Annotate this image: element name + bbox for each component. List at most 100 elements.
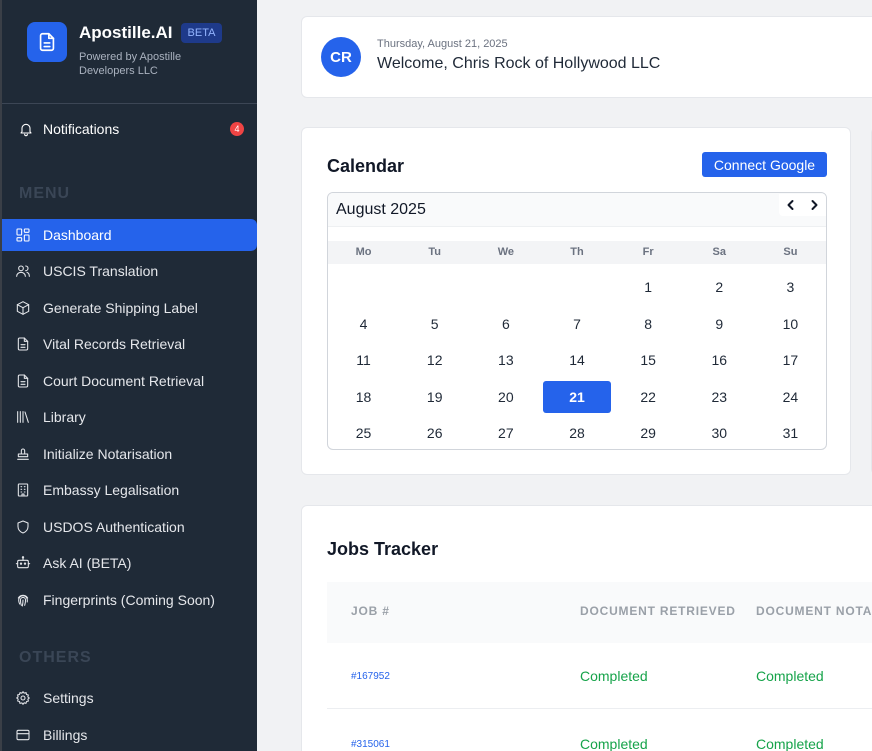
calendar-title: Calendar [327, 156, 405, 176]
calendar-day[interactable]: 19 [399, 379, 470, 416]
calendar-day-empty [399, 269, 470, 306]
calendar-day[interactable]: 29 [613, 415, 684, 449]
calendar-day[interactable]: 2 [684, 269, 755, 306]
calendar-day[interactable]: 18 [328, 379, 399, 416]
column-header-document-retrieved[interactable]: DOCUMENT RETRIEVED [580, 604, 736, 618]
calendar-day[interactable]: 8 [613, 306, 684, 343]
calendar-day[interactable]: 10 [755, 306, 826, 343]
retrieved-status: Completed [580, 736, 648, 751]
calendar-day[interactable]: 11 [328, 342, 399, 379]
calendar-day[interactable]: 1 [613, 269, 684, 306]
calendar-day[interactable]: 3 [755, 269, 826, 306]
calendar-day[interactable]: 30 [684, 415, 755, 449]
chevron-right-icon[interactable] [805, 196, 823, 214]
sidebar-item-library[interactable]: Library [2, 401, 257, 433]
jobs-tracker-title: Jobs Tracker [327, 539, 439, 559]
chevron-left-icon[interactable] [782, 196, 800, 214]
calendar-day[interactable]: 16 [684, 342, 755, 379]
calendar-day[interactable]: 4 [328, 306, 399, 343]
job-id-link[interactable]: #167952 [351, 671, 390, 682]
job-id-link[interactable]: #315061 [351, 739, 390, 750]
calendar-day[interactable]: 27 [470, 415, 541, 449]
sidebar-item-settings[interactable]: Settings [2, 682, 257, 714]
calendar-days-grid: 1 2 3 4 5 6 7 8 9 10 11 12 13 14 15 16 17 18 19 20 21 22 23 24 2… [328, 269, 826, 449]
calendar-day[interactable]: 25 [328, 415, 399, 449]
calendar-day[interactable]: 31 [755, 415, 826, 449]
calendar-day-number: 10 [782, 315, 799, 332]
calendar-day[interactable]: 15 [613, 342, 684, 379]
calendar-day[interactable]: 20 [470, 379, 541, 416]
calendar-week-row: 25 26 27 28 29 30 31 [328, 415, 826, 449]
document-icon [15, 373, 31, 389]
column-header-job[interactable]: JOB # [351, 604, 390, 618]
sidebar-item-embassy-legalisation[interactable]: Embassy Legalisation [2, 474, 257, 506]
calendar-day[interactable]: 6 [470, 306, 541, 343]
calendar-day-empty [470, 269, 541, 306]
calendar-day-number: 8 [644, 315, 653, 332]
calendar-week-row: 18 19 20 21 22 23 24 [328, 379, 826, 416]
sidebar-item-vital-records[interactable]: Vital Records Retrieval [2, 328, 257, 360]
calendar-day-selected[interactable]: 21 [541, 379, 612, 416]
table-row[interactable]: #315061 Completed Completed [327, 709, 872, 751]
column-header-document-notarized[interactable]: DOCUMENT NOTAR [756, 604, 872, 618]
calendar-day[interactable]: 12 [399, 342, 470, 379]
calendar-day[interactable]: 22 [613, 379, 684, 416]
calendar-day-number: 2 [715, 279, 724, 296]
sidebar-item-ask-ai[interactable]: Ask AI (BETA) [2, 547, 257, 579]
calendar-day-number: 21 [542, 380, 611, 413]
calendar-day-number: 6 [501, 315, 510, 332]
users-icon [15, 263, 31, 279]
calendar-day[interactable]: 9 [684, 306, 755, 343]
calendar-day-number: 5 [430, 315, 439, 332]
calendar-day[interactable]: 28 [541, 415, 612, 449]
weekday-label: We [497, 246, 514, 258]
sidebar-divider [2, 103, 257, 104]
calendar-day[interactable]: 26 [399, 415, 470, 449]
sidebar-item-shipping-label[interactable]: Generate Shipping Label [2, 292, 257, 324]
retrieved-status: Completed [580, 668, 648, 684]
sidebar-item-usdos-authentication[interactable]: USDOS Authentication [2, 511, 257, 543]
calendar-day-number: 28 [569, 425, 585, 442]
weekday-label: Fr [642, 246, 654, 258]
others-section-title: OTHERS [19, 649, 92, 666]
calendar-day[interactable]: 23 [684, 379, 755, 416]
sidebar-item-court-documents[interactable]: Court Document Retrieval [2, 365, 257, 397]
menu-section-title: MENU [19, 185, 71, 202]
brand-name: Apostille.AI [79, 23, 173, 42]
weekday-label: Mo [355, 246, 372, 258]
welcome-card: CR Thursday, August 21, 2025 Welcome, Ch… [301, 16, 872, 98]
calendar-day-number: 17 [782, 352, 799, 369]
calendar-day[interactable]: 17 [755, 342, 826, 379]
weekday-label: Su [783, 246, 798, 258]
calendar-day-empty [541, 269, 612, 306]
sidebar-item-uscis-translation[interactable]: USCIS Translation [2, 255, 257, 287]
notifications-link[interactable]: Notifications 4 [18, 118, 244, 140]
shield-icon [15, 519, 31, 535]
brand[interactable]: Apostille.AI BETA Powered by Apostille D… [27, 22, 223, 78]
calendar-day[interactable]: 5 [399, 306, 470, 343]
welcome-message: Welcome, Chris Rock of Hollywood LLC [377, 55, 661, 72]
calendar-day-number: 14 [569, 352, 585, 369]
connect-google-button[interactable]: Connect Google [702, 152, 827, 177]
calendar-day[interactable]: 24 [755, 379, 826, 416]
calendar-day-number: 1 [644, 279, 653, 296]
calendar-day-number: 15 [640, 352, 656, 369]
weekday-label: Th [570, 246, 584, 258]
calendar-day[interactable]: 7 [541, 306, 612, 343]
calendar-day-number: 18 [355, 388, 372, 405]
calendar-week-row: 1 2 3 [328, 269, 826, 306]
avatar[interactable]: CR [321, 37, 361, 77]
sidebar-item-fingerprints[interactable]: Fingerprints (Coming Soon) [2, 584, 257, 616]
calendar-day-number [330, 271, 398, 303]
calendar-day-number [472, 271, 540, 303]
table-row[interactable]: #167952 Completed Completed [327, 643, 872, 709]
calendar-week-row: 4 5 6 7 8 9 10 [328, 306, 826, 343]
calendar-day[interactable]: 14 [541, 342, 612, 379]
calendar-day[interactable]: 13 [470, 342, 541, 379]
sidebar-item-notarisation[interactable]: Initialize Notarisation [2, 438, 257, 470]
brand-subtitle: Powered by Apostille Developers LLC [79, 51, 182, 77]
sidebar-item-billings[interactable]: Billings [2, 719, 257, 751]
calendar-day-number: 9 [715, 315, 724, 332]
fingerprint-icon [15, 592, 31, 608]
sidebar-item-dashboard[interactable]: Dashboard [2, 219, 257, 251]
